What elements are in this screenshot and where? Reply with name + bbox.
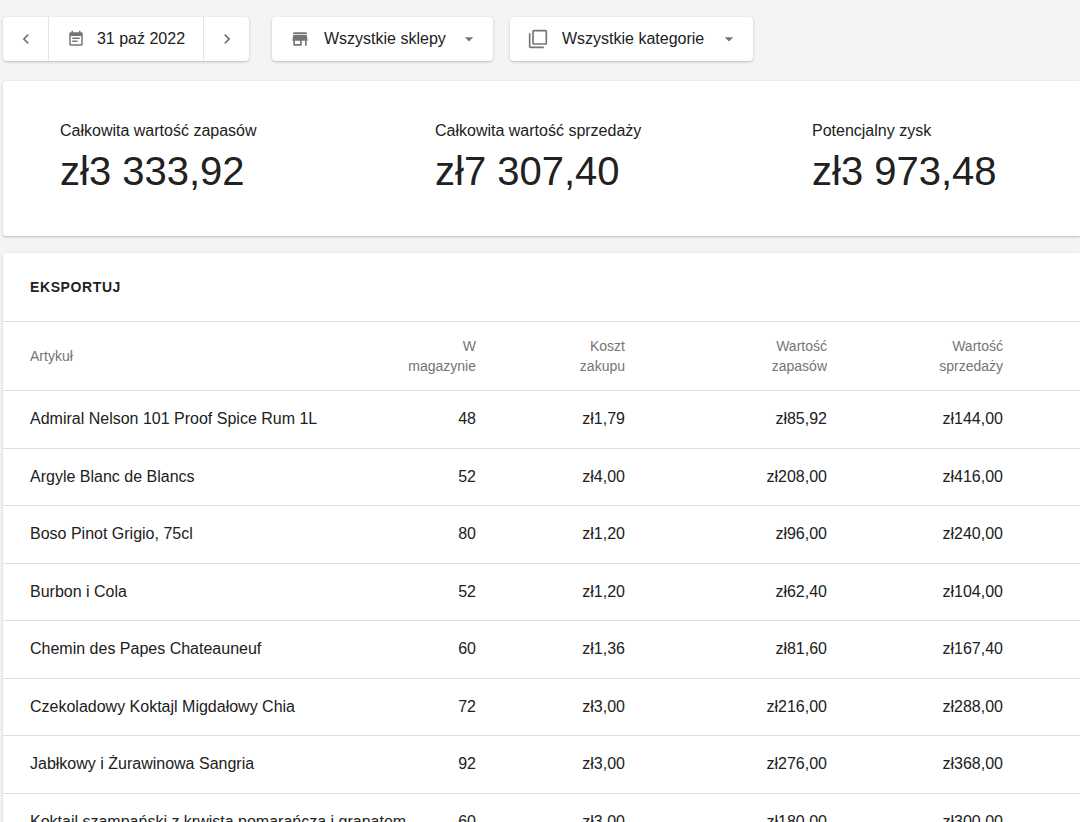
store-icon [290, 29, 310, 49]
stock-value: zł62,40 [775, 583, 827, 601]
article-name: Argyle Blanc de Blancs [30, 468, 195, 486]
metric-label: Całkowita wartość sprzedaży [435, 121, 641, 141]
stock-value: zł276,00 [767, 755, 828, 773]
purchase-cost-value: zł4,00 [582, 468, 625, 486]
in-stock-value: 52 [458, 468, 476, 486]
export-button[interactable]: EKSPORTUJ [30, 279, 121, 295]
dropdown-arrow-icon [459, 29, 479, 49]
stock-value: zł180,00 [767, 813, 828, 822]
stores-filter-label: Wszystkie sklepy [324, 30, 446, 48]
metric-total-stock-value: Całkowita wartość zapasów zł3 333,92 [60, 121, 257, 195]
categories-filter-dropdown[interactable]: Wszystkie kategorie [510, 17, 753, 61]
sales-value: zł288,00 [943, 698, 1004, 716]
in-stock-value: 52 [458, 583, 476, 601]
table-row[interactable]: Koktajl szampański z krwistą pomarańczą … [3, 794, 1080, 822]
column-header-stock-value[interactable]: Wartość zapasów [772, 336, 827, 376]
chevron-right-icon [217, 29, 237, 49]
summary-card: Całkowita wartość zapasów zł3 333,92 Cał… [3, 81, 1080, 236]
metric-value: zł7 307,40 [435, 148, 641, 195]
in-stock-value: 72 [458, 698, 476, 716]
table-row[interactable]: Admiral Nelson 101 Proof Spice Rum 1L 48… [3, 391, 1080, 449]
purchase-cost-value: zł3,00 [582, 755, 625, 773]
in-stock-value: 60 [458, 640, 476, 658]
purchase-cost-value: zł1,36 [582, 640, 625, 658]
table-row[interactable]: Jabłkowy i Żurawinowa Sangria 92 zł3,00 … [3, 736, 1080, 794]
sales-value: zł240,00 [943, 525, 1004, 543]
purchase-cost-value: zł3,00 [582, 813, 625, 822]
stock-value: zł96,00 [775, 525, 827, 543]
table-row[interactable]: Burbon i Cola 52 zł1,20 zł62,40 zł104,00 [3, 564, 1080, 622]
column-header-sales-value[interactable]: Wartość sprzedaży [939, 336, 1003, 376]
table-header-row: Artykuł W magazynie Koszt zakupu Wartość… [3, 321, 1080, 391]
inventory-table-card: EKSPORTUJ Artykuł W magazynie Koszt zaku… [3, 253, 1080, 822]
chevron-left-icon [16, 29, 36, 49]
purchase-cost-value: zł3,00 [582, 698, 625, 716]
column-header-in-stock[interactable]: W magazynie [408, 336, 476, 376]
article-name: Czekoladowy Koktajl Migdałowy Chia [30, 698, 295, 716]
column-header-purchase-cost[interactable]: Koszt zakupu [580, 336, 625, 376]
table-row[interactable]: Chemin des Papes Chateauneuf 60 zł1,36 z… [3, 621, 1080, 679]
table-row[interactable]: Argyle Blanc de Blancs 52 zł4,00 zł208,0… [3, 449, 1080, 507]
metric-label: Całkowita wartość zapasów [60, 121, 257, 141]
dropdown-arrow-icon [719, 29, 739, 49]
article-name: Jabłkowy i Żurawinowa Sangria [30, 755, 254, 773]
date-navigation: 31 paź 2022 [3, 17, 249, 61]
metric-value: zł3 973,48 [812, 148, 997, 195]
purchase-cost-value: zł1,79 [582, 410, 625, 428]
in-stock-value: 60 [458, 813, 476, 822]
sales-value: zł167,40 [943, 640, 1004, 658]
article-name: Boso Pinot Grigio, 75cl [30, 525, 193, 543]
sales-value: zł104,00 [943, 583, 1004, 601]
stores-filter-dropdown[interactable]: Wszystkie sklepy [272, 17, 493, 61]
selected-date: 31 paź 2022 [97, 30, 185, 48]
category-icon [528, 29, 548, 49]
stock-value: zł216,00 [767, 698, 828, 716]
date-picker-button[interactable]: 31 paź 2022 [48, 17, 204, 61]
next-date-button[interactable] [204, 17, 249, 61]
article-name: Koktajl szampański z krwistą pomarańczą … [30, 813, 406, 822]
metric-label: Potencjalny zysk [812, 121, 997, 141]
in-stock-value: 80 [458, 525, 476, 543]
table-row[interactable]: Boso Pinot Grigio, 75cl 80 zł1,20 zł96,0… [3, 506, 1080, 564]
column-header-article[interactable]: Artykuł [30, 346, 73, 366]
table-toolbar: EKSPORTUJ [3, 253, 1080, 321]
metric-potential-profit: Potencjalny zysk zł3 973,48 [812, 121, 997, 195]
previous-date-button[interactable] [3, 17, 48, 61]
calendar-icon [67, 30, 85, 48]
article-name: Chemin des Papes Chateauneuf [30, 640, 261, 658]
table-body: Admiral Nelson 101 Proof Spice Rum 1L 48… [3, 391, 1080, 822]
stock-value: zł81,60 [775, 640, 827, 658]
in-stock-value: 48 [458, 410, 476, 428]
sales-value: zł368,00 [943, 755, 1004, 773]
in-stock-value: 92 [458, 755, 476, 773]
sales-value: zł300,00 [943, 813, 1004, 822]
sales-value: zł144,00 [943, 410, 1004, 428]
categories-filter-label: Wszystkie kategorie [562, 30, 704, 48]
stock-value: zł208,00 [767, 468, 828, 486]
metric-total-sales-value: Całkowita wartość sprzedaży zł7 307,40 [435, 121, 641, 195]
purchase-cost-value: zł1,20 [582, 525, 625, 543]
article-name: Admiral Nelson 101 Proof Spice Rum 1L [30, 410, 317, 428]
stock-value: zł85,92 [775, 410, 827, 428]
purchase-cost-value: zł1,20 [582, 583, 625, 601]
metric-value: zł3 333,92 [60, 148, 257, 195]
table-row[interactable]: Czekoladowy Koktajl Migdałowy Chia 72 zł… [3, 679, 1080, 737]
sales-value: zł416,00 [943, 468, 1004, 486]
article-name: Burbon i Cola [30, 583, 127, 601]
